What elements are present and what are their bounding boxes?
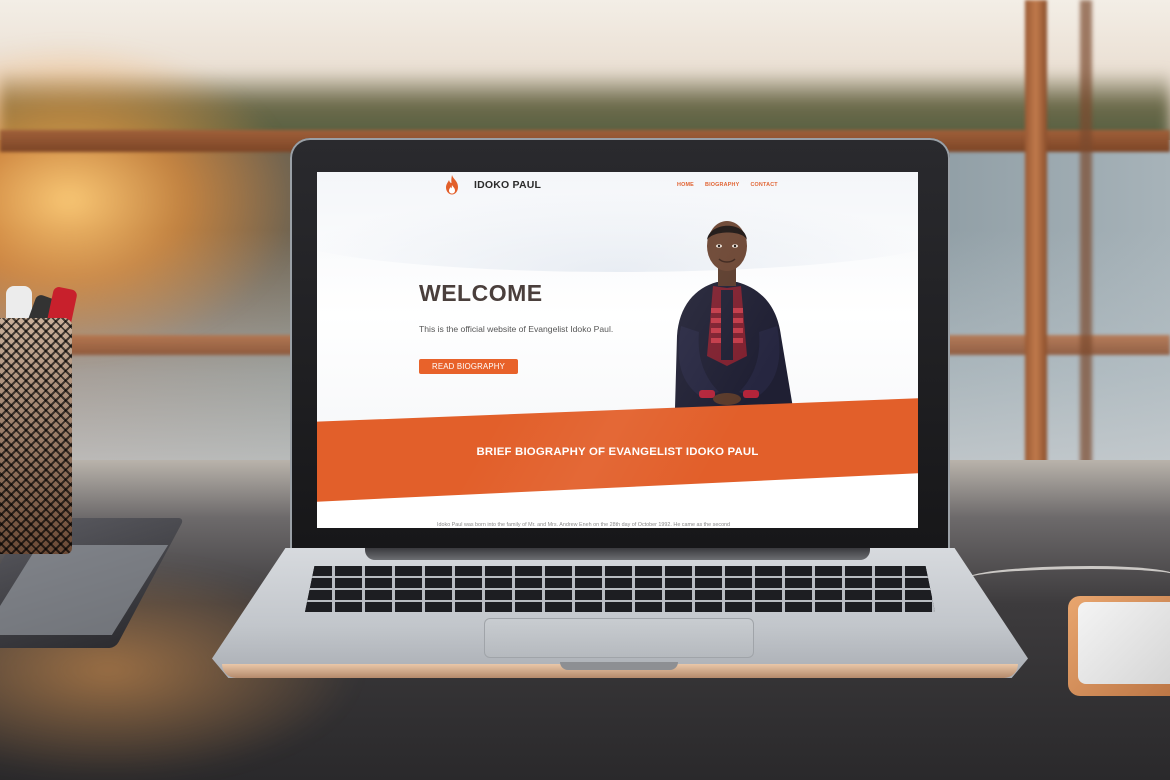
- site-brand[interactable]: IDOKO PAUL: [474, 179, 541, 191]
- laptop-keyboard: [305, 566, 935, 612]
- hero-wave: [317, 192, 918, 272]
- nav-biography[interactable]: BIOGRAPHY: [705, 182, 739, 188]
- main-nav: HOME BIOGRAPHY CONTACT: [677, 182, 778, 188]
- laptop-hinge: [365, 548, 870, 560]
- site-header: IDOKO PAUL HOME BIOGRAPHY CONTACT: [317, 172, 918, 198]
- nav-home[interactable]: HOME: [677, 182, 694, 188]
- window-frame: [1080, 0, 1092, 470]
- smartphone-screen: [1078, 602, 1170, 684]
- laptop-notch: [560, 662, 678, 670]
- nav-contact[interactable]: CONTACT: [750, 182, 777, 188]
- hero-heading: WELCOME: [419, 280, 543, 306]
- portrait-photo: [675, 221, 793, 408]
- pencil-cup: [0, 318, 72, 554]
- laptop-screen-website: IDOKO PAUL HOME BIOGRAPHY CONTACT WELCOM…: [317, 172, 918, 528]
- flame-icon[interactable]: [444, 175, 460, 195]
- read-biography-button[interactable]: READ BIOGRAPHY: [419, 359, 518, 374]
- biography-intro: Idoko Paul was born into the family of M…: [437, 522, 731, 528]
- biography-title: BRIEF BIOGRAPHY OF EVANGELIST IDOKO PAUL: [476, 446, 759, 458]
- laptop-trackpad: [484, 618, 754, 658]
- hero-tagline: This is the official website of Evangeli…: [419, 324, 614, 334]
- window-frame: [1025, 0, 1047, 470]
